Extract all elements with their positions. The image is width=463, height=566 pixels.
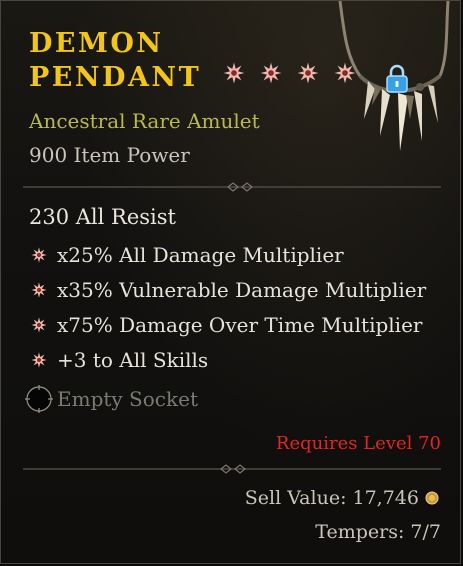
affix-bullet-icon xyxy=(31,247,47,263)
affix-row: +3 to All Skills xyxy=(31,348,208,372)
divider xyxy=(23,464,441,474)
affix-bullet-icon xyxy=(31,282,47,298)
socket-label: Empty Socket xyxy=(57,387,198,411)
greater-affix-star-icon xyxy=(297,62,319,84)
affix-bullet-icon xyxy=(31,317,47,333)
item-tooltip: DEMON PENDANT Ancestral Rare Amulet 900 … xyxy=(0,0,461,564)
greater-affix-stars xyxy=(223,62,356,84)
greater-affix-star-icon xyxy=(223,62,245,84)
divider xyxy=(23,182,441,192)
item-power: 900 Item Power xyxy=(29,143,190,167)
item-type: Ancestral Rare Amulet xyxy=(29,109,260,133)
sell-value-text: Sell Value: 17,746 xyxy=(244,487,419,509)
affix-text: x25% All Damage Multiplier xyxy=(57,243,344,267)
greater-affix-star-icon xyxy=(260,62,282,84)
socket-row[interactable]: Empty Socket xyxy=(25,385,198,413)
lock-icon[interactable] xyxy=(384,64,410,94)
level-requirement: Requires Level 70 xyxy=(275,433,441,454)
greater-affix-star-icon xyxy=(334,62,356,84)
affix-text: +3 to All Skills xyxy=(57,348,209,372)
item-name-line-1: DEMON xyxy=(29,28,164,59)
affix-bullet-icon xyxy=(31,352,47,368)
sell-value: Sell Value: 17,746 xyxy=(245,487,439,509)
tempers-count: Tempers: 7/7 xyxy=(315,521,441,543)
implicit-stat: 230 All Resist xyxy=(29,205,176,229)
affix-row: x25% All Damage Multiplier xyxy=(31,243,344,267)
affix-row: x75% Damage Over Time Multiplier xyxy=(31,313,422,337)
item-name-line-2: PENDANT xyxy=(29,62,202,93)
affix-text: x35% Vulnerable Damage Multiplier xyxy=(57,278,427,302)
item-name: DEMON PENDANT xyxy=(29,27,356,95)
gold-coin-icon xyxy=(425,491,439,505)
affix-row: x35% Vulnerable Damage Multiplier xyxy=(31,278,426,302)
affix-text: x75% Damage Over Time Multiplier xyxy=(57,313,423,337)
empty-socket-icon xyxy=(25,385,53,413)
